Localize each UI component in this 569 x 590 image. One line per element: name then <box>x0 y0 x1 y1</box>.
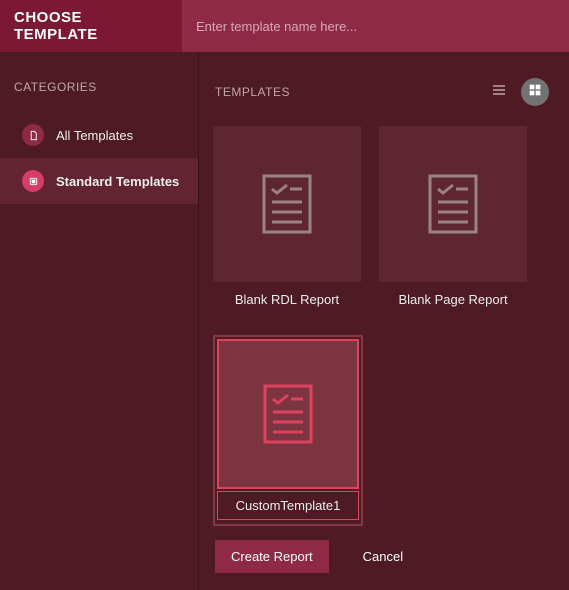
category-label: All Templates <box>56 128 133 143</box>
template-tile[interactable]: Blank RDL Report <box>213 126 361 317</box>
templates-heading: TEMPLATES <box>215 85 477 99</box>
template-thumbnail <box>379 126 527 282</box>
templates-panel: TEMPLATES <box>198 52 569 590</box>
search-input[interactable] <box>196 19 555 34</box>
create-report-button[interactable]: Create Report <box>215 540 329 573</box>
view-list-button[interactable] <box>485 78 513 106</box>
main-area: CATEGORIES All Templates Standard Templa… <box>0 52 569 590</box>
dialog-footer: Create Report Cancel <box>213 526 555 579</box>
template-label: Blank RDL Report <box>213 282 361 317</box>
layers-icon <box>22 170 44 192</box>
file-icon <box>22 124 44 146</box>
template-thumbnail <box>213 126 361 282</box>
templates-header: TEMPLATES <box>213 68 555 126</box>
dialog-header: CHOOSE TEMPLATE <box>0 0 569 52</box>
category-label: Standard Templates <box>56 174 179 189</box>
template-thumbnail <box>217 339 359 489</box>
template-tile[interactable]: Blank Page Report <box>379 126 527 317</box>
cancel-button[interactable]: Cancel <box>347 540 419 573</box>
dialog-title: CHOOSE TEMPLATE <box>0 9 182 43</box>
template-label: Blank Page Report <box>379 282 527 317</box>
category-all-templates[interactable]: All Templates <box>0 112 198 158</box>
categories-sidebar: CATEGORIES All Templates Standard Templa… <box>0 52 198 590</box>
list-icon <box>491 82 507 103</box>
categories-heading: CATEGORIES <box>0 68 198 112</box>
template-tile[interactable]: CustomTemplate1 <box>213 335 363 526</box>
templates-gallery: Blank RDL Report Blank Page Report <box>213 126 555 526</box>
search-field-wrap[interactable] <box>182 0 569 52</box>
grid-icon <box>527 82 543 103</box>
category-standard-templates[interactable]: Standard Templates <box>0 158 198 204</box>
template-label: CustomTemplate1 <box>217 491 359 520</box>
view-grid-button[interactable] <box>521 78 549 106</box>
